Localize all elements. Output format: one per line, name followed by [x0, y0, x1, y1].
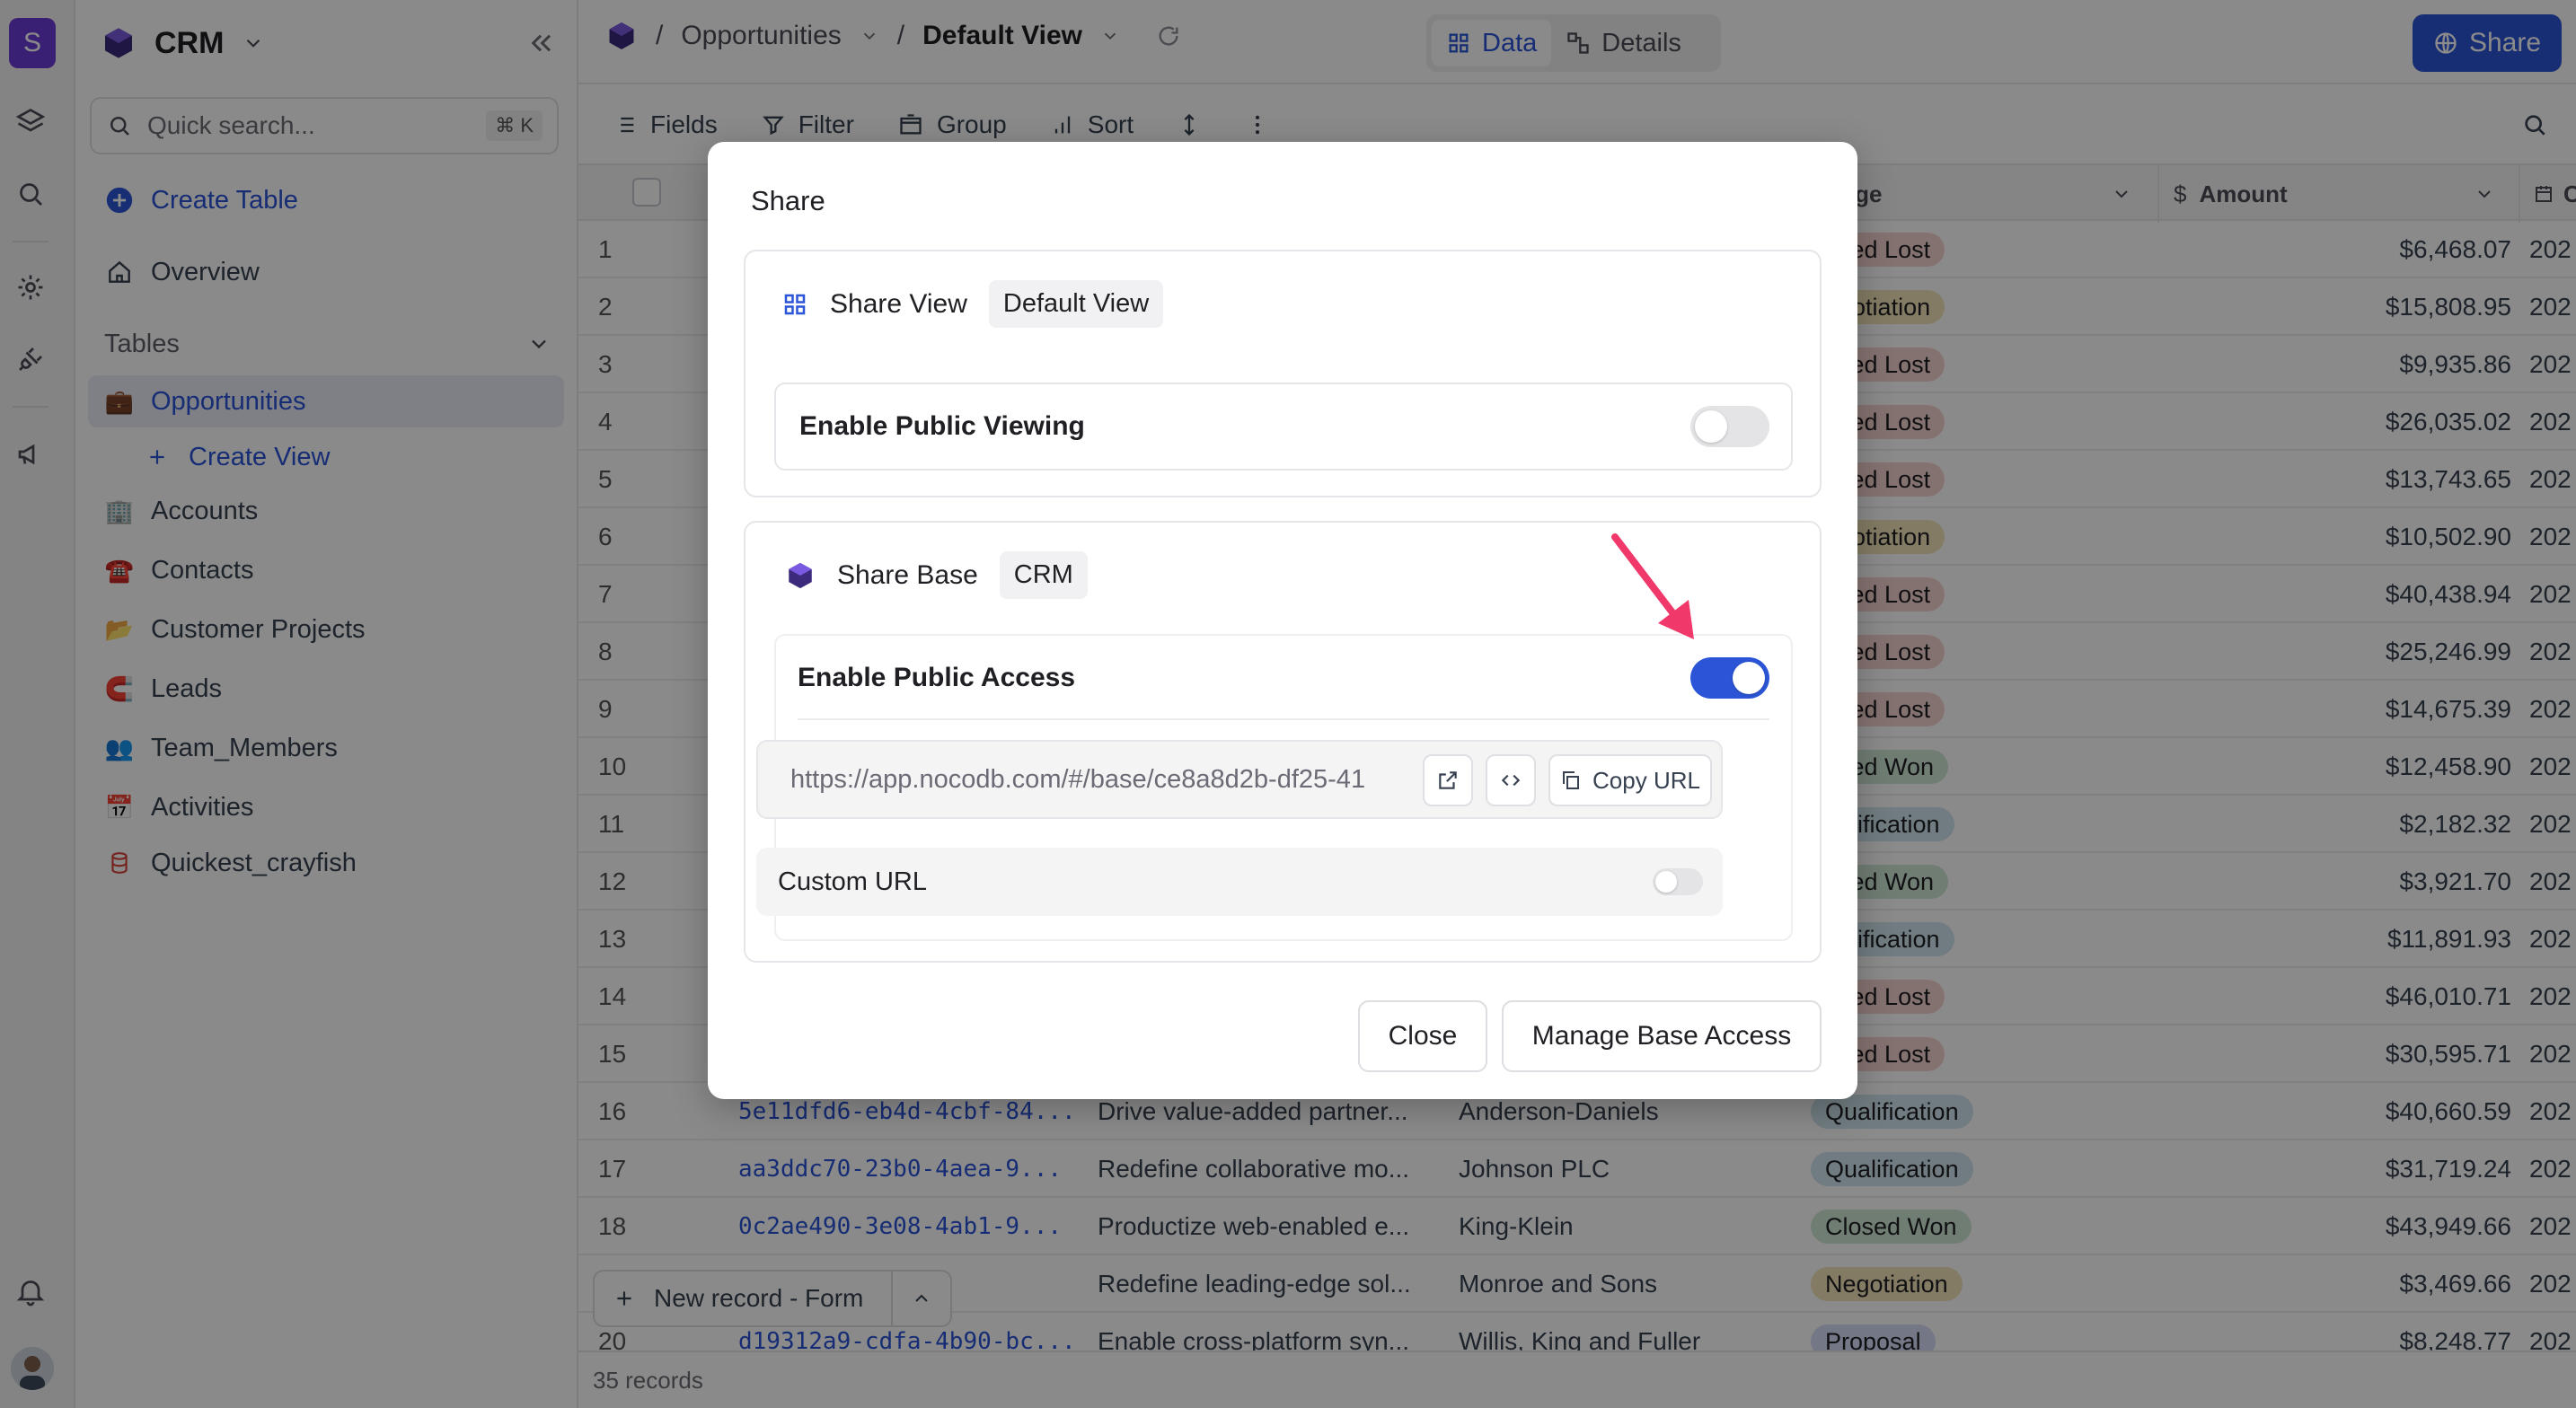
public-viewing-row: Enable Public Viewing [774, 383, 1793, 471]
share-base-chip: CRM [999, 551, 1088, 599]
share-view-chip: Default View [988, 280, 1164, 328]
close-button[interactable]: Close [1358, 1000, 1487, 1072]
toggle-knob [1695, 410, 1727, 443]
copy-url-button[interactable]: Copy URL [1548, 754, 1712, 806]
share-url-text[interactable]: https://app.nocodb.com/#/base/ce8a8d2b-d… [790, 765, 1410, 795]
custom-url-label: Custom URL [778, 867, 927, 896]
share-view-header: Share View Default View [781, 280, 1164, 328]
share-url-field: https://app.nocodb.com/#/base/ce8a8d2b-d… [756, 740, 1723, 819]
grid-icon [784, 294, 806, 314]
share-view-card: Share View Default View Enable Public Vi… [744, 250, 1822, 497]
share-view-label: Share View [830, 288, 967, 319]
open-link-button[interactable] [1423, 754, 1473, 806]
public-viewing-label: Enable Public Viewing [799, 411, 1085, 441]
share-base-label: Share Base [837, 559, 978, 590]
external-link-icon [1439, 771, 1457, 789]
annotation-arrow-icon [1611, 533, 1694, 639]
toggle-knob [1655, 871, 1677, 893]
code-icon [1501, 774, 1521, 787]
public-viewing-toggle[interactable] [1690, 406, 1769, 447]
manage-base-access-button[interactable]: Manage Base Access [1502, 1000, 1822, 1072]
copy-icon [1563, 771, 1580, 789]
base-cube-icon [789, 562, 812, 588]
manage-button-label: Manage Base Access [1531, 1021, 1792, 1051]
public-access-label: Enable Public Access [798, 663, 1076, 692]
custom-url-row: Custom URL [756, 848, 1723, 916]
toggle-knob [1733, 662, 1765, 694]
app-window: S CRM Quick search... ⌘ K Create Table O… [0, 0, 2576, 1408]
close-button-label: Close [1388, 1021, 1458, 1051]
copy-url-label: Copy URL [1592, 766, 1700, 794]
modal-title: Share [751, 185, 825, 216]
divider [798, 718, 1769, 720]
embed-code-button[interactable] [1486, 754, 1536, 806]
custom-url-toggle[interactable] [1653, 868, 1703, 895]
share-base-header: Share Base CRM [785, 551, 1088, 599]
public-access-toggle[interactable] [1690, 657, 1769, 699]
